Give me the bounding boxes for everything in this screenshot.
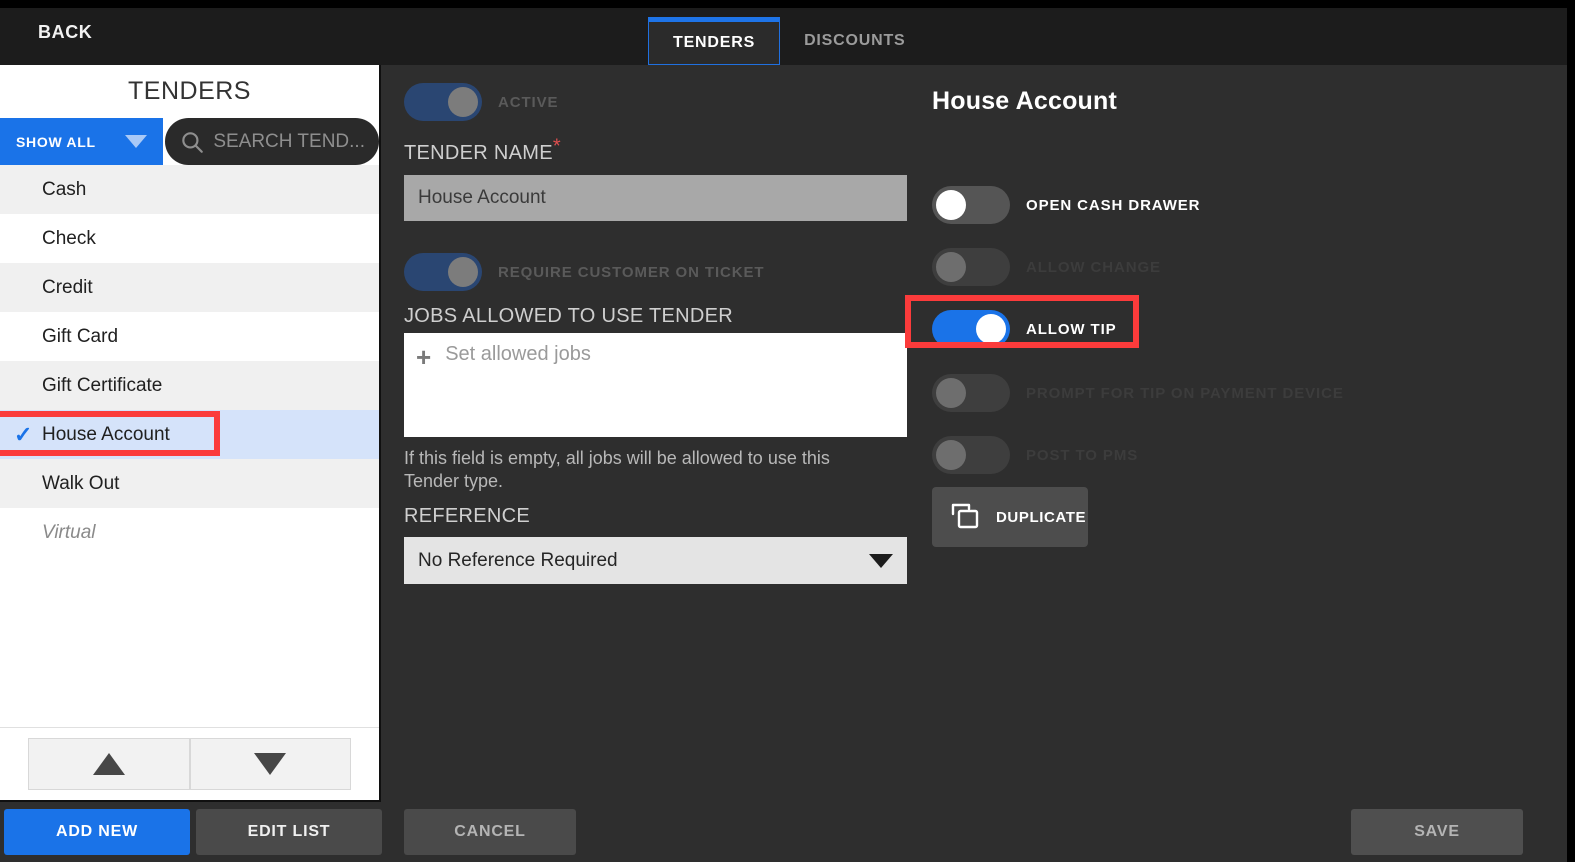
sidebar-title: TENDERS [0,65,379,118]
triangle-up-icon [93,753,125,775]
jobs-placeholder: Set allowed jobs [445,343,591,366]
search-wrapper: SEARCH TEND... [163,118,379,165]
add-new-button[interactable]: ADD NEW [4,809,190,855]
reference-value: No Reference Required [418,550,869,572]
tab-bar: TENDERS DISCOUNTS [648,8,930,65]
list-item-walk-out[interactable]: Walk Out [0,459,379,508]
list-item-label: Credit [42,277,93,299]
triangle-down-icon [254,753,286,775]
list-item-cash[interactable]: Cash [0,165,379,214]
list-empty-space [0,557,379,743]
active-toggle-row: ACTIVE [404,83,558,121]
open-cash-drawer-row: OPEN CASH DRAWER [932,186,1200,224]
toggle-knob [976,314,1006,344]
back-button[interactable]: BACK [38,22,92,43]
open-cash-drawer-label: OPEN CASH DRAWER [1026,197,1200,214]
list-item-gift-card[interactable]: Gift Card [0,312,379,361]
app-root: BACK TENDERS DISCOUNTS TENDERS SHOW ALL … [0,8,1567,862]
jobs-label: JOBS ALLOWED TO USE TENDER [404,305,733,328]
toggle-knob [448,257,478,287]
list-item-label: Virtual [42,522,96,544]
move-up-button[interactable] [28,738,190,790]
list-item-label: Gift Card [42,326,118,348]
tenders-sidebar: TENDERS SHOW ALL SEARCH TEND... Cash [0,65,381,802]
show-all-dropdown[interactable]: SHOW ALL [0,118,163,165]
list-item-label: Cash [42,179,86,201]
bottom-action-bar: ADD NEW EDIT LIST CANCEL SAVE [0,802,1567,862]
allow-tip-label: ALLOW TIP [1026,321,1117,338]
jobs-allowed-input[interactable]: + Set allowed jobs [404,333,907,437]
prompt-for-tip-row: PROMPT FOR TIP ON PAYMENT DEVICE [932,374,1344,412]
list-item-check[interactable]: Check [0,214,379,263]
cancel-button[interactable]: CANCEL [404,809,576,855]
tab-discounts[interactable]: DISCOUNTS [780,17,929,65]
panel-title: House Account [932,87,1117,116]
require-customer-toggle-row: REQUIRE CUSTOMER ON TICKET [404,253,764,291]
require-customer-toggle[interactable] [404,253,482,291]
post-to-pms-toggle[interactable] [932,436,1010,474]
list-item-credit[interactable]: Credit [0,263,379,312]
tender-name-label: TENDER NAME [404,142,553,164]
search-input[interactable]: SEARCH TEND... [165,118,379,165]
plus-icon: + [416,344,431,370]
duplicate-label: DUPLICATE [996,509,1086,526]
reference-label: REFERENCE [404,505,530,528]
active-toggle[interactable] [404,83,482,121]
toggle-knob [936,252,966,282]
save-button[interactable]: SAVE [1351,809,1523,855]
allow-change-row: ALLOW CHANGE [932,248,1161,286]
list-item-label: House Account [42,424,170,446]
prompt-for-tip-toggle[interactable] [932,374,1010,412]
list-item-label: Check [42,228,96,250]
chevron-down-icon [125,135,147,148]
search-icon [179,129,205,155]
active-toggle-label: ACTIVE [498,94,558,111]
move-down-button[interactable] [190,738,352,790]
post-to-pms-row: POST TO PMS [932,436,1138,474]
show-all-label: SHOW ALL [16,134,125,150]
list-item-house-account[interactable]: ✓ House Account [0,410,379,459]
jobs-helper-text: If this field is empty, all jobs will be… [404,447,874,492]
open-cash-drawer-toggle[interactable] [932,186,1010,224]
list-item-label: Walk Out [42,473,119,495]
tab-tenders[interactable]: TENDERS [648,17,780,65]
require-customer-toggle-label: REQUIRE CUSTOMER ON TICKET [498,264,764,281]
reorder-bar [0,727,379,800]
tender-list: Cash Check Credit Gift Card Gift Certifi… [0,165,379,743]
search-placeholder: SEARCH TEND... [213,131,365,153]
tender-name-input[interactable]: House Account [404,175,907,221]
tender-form: ACTIVE TENDER NAME* House Account REQUIR… [404,65,914,785]
list-item-virtual[interactable]: Virtual [0,508,379,557]
post-to-pms-label: POST TO PMS [1026,447,1138,464]
allow-tip-toggle[interactable] [932,310,1010,348]
required-asterisk-icon: * [553,136,561,158]
sidebar-filter-row: SHOW ALL SEARCH TEND... [0,118,379,165]
copy-icon [950,502,982,532]
tender-name-label-row: TENDER NAME* [404,142,561,165]
allow-change-toggle[interactable] [932,248,1010,286]
allow-change-label: ALLOW CHANGE [1026,259,1161,276]
toggle-knob [936,378,966,408]
chevron-down-icon [869,554,893,568]
list-item-label: Gift Certificate [42,375,162,397]
reference-select[interactable]: No Reference Required [404,537,907,584]
top-bar: BACK TENDERS DISCOUNTS [0,8,1567,65]
prompt-for-tip-label: PROMPT FOR TIP ON PAYMENT DEVICE [1026,385,1344,402]
allow-tip-row: ALLOW TIP [932,310,1117,348]
toggle-knob [448,87,478,117]
duplicate-button[interactable]: DUPLICATE [932,487,1088,547]
tender-name-value: House Account [418,187,546,209]
edit-list-button[interactable]: EDIT LIST [196,809,382,855]
list-item-gift-certificate[interactable]: Gift Certificate [0,361,379,410]
toggle-knob [936,440,966,470]
check-icon: ✓ [14,424,38,446]
toggle-knob [936,190,966,220]
